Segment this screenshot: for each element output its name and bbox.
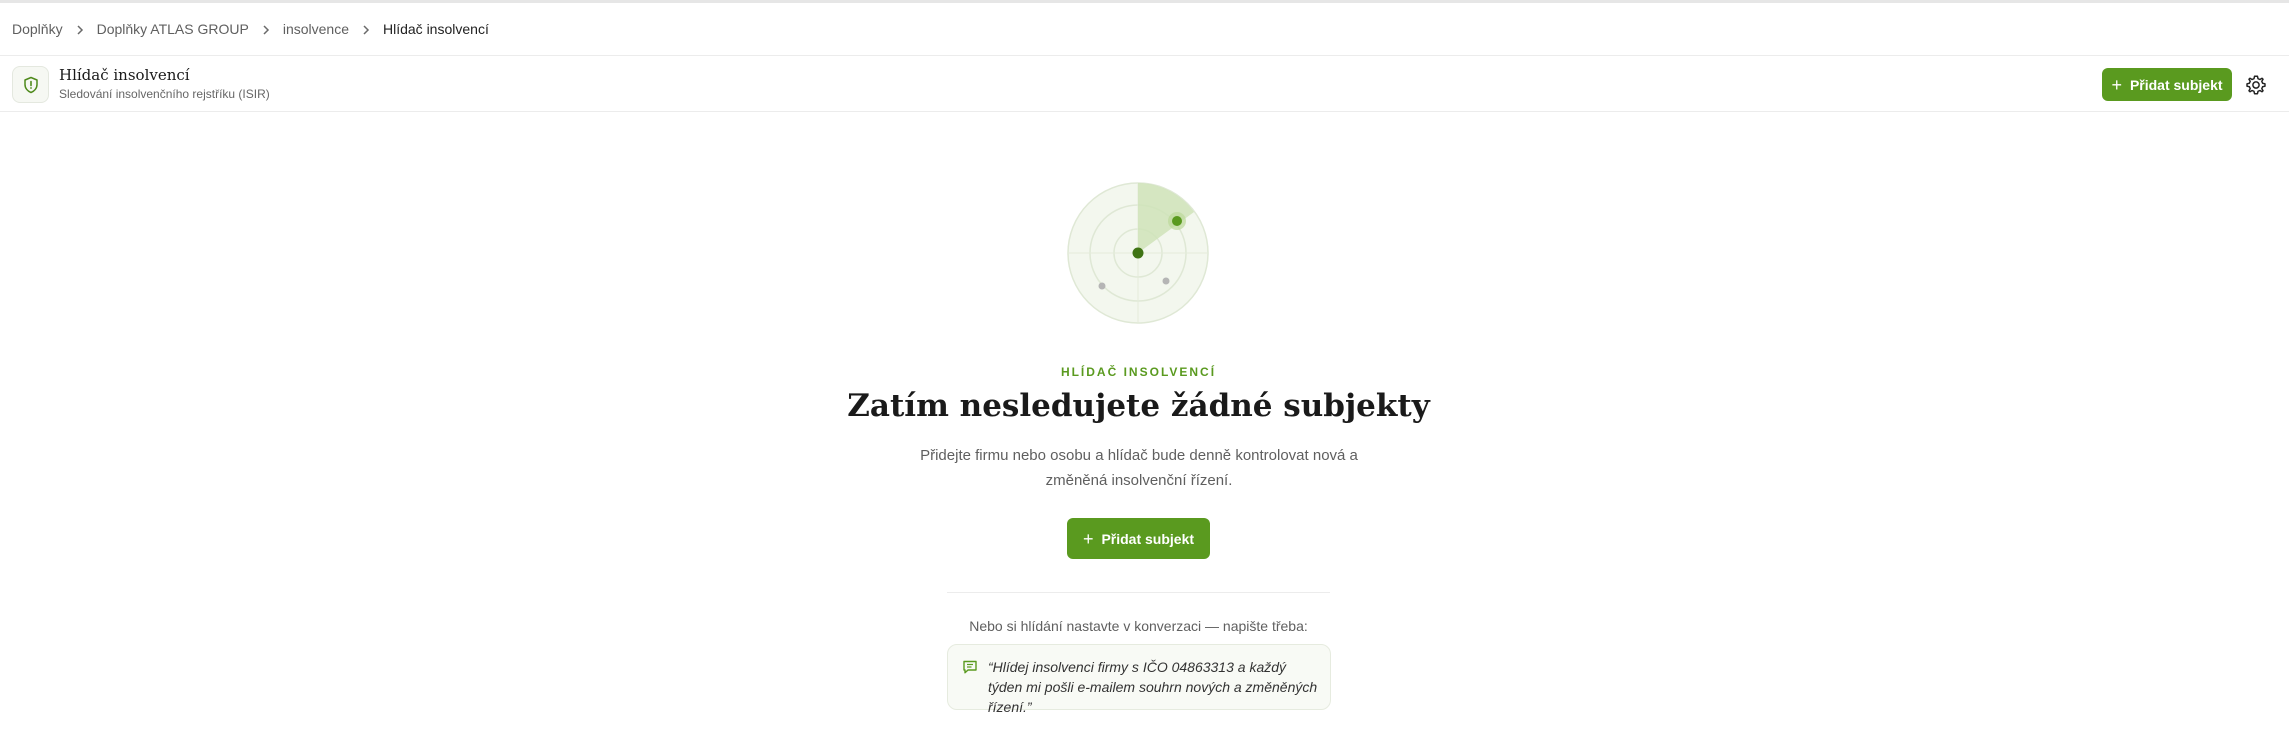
chevron-right-icon <box>349 22 383 36</box>
chevron-right-icon <box>63 22 97 36</box>
gear-icon[interactable] <box>2245 74 2267 96</box>
empty-state-description: Přidejte firmu nebo osobu a hlídač bude … <box>920 447 1358 489</box>
page-title: Hlídač insolvencí <box>59 66 190 84</box>
breadcrumb-item-current: Hlídač insolvencí <box>383 21 489 37</box>
page-subtitle: Sledování insolvenčního rejstříku (ISIR) <box>59 87 270 101</box>
example-prompt-card: “Hlídej insolvenci firmy s IČO 04863313 … <box>947 644 1331 715</box>
divider <box>947 592 1330 593</box>
breadcrumb-item-doplnky[interactable]: Doplňky <box>12 21 63 37</box>
chat-icon <box>963 660 977 674</box>
example-prompt-text: “Hlídej insolvenci firmy s IČO 04863313 … <box>988 659 1318 715</box>
plus-icon: + <box>1082 528 1094 549</box>
breadcrumb: Doplňky Doplňky ATLAS GROUP insolvence H… <box>12 18 489 40</box>
breadcrumb-item-atlas-group[interactable]: Doplňky ATLAS GROUP <box>97 21 249 37</box>
add-subject-button[interactable]: + Přidat subjekt <box>2102 68 2232 101</box>
window-top-border <box>0 0 2289 3</box>
add-subject-main-button-label: Přidat subjekt <box>1101 530 1195 547</box>
empty-state-eyebrow: HLÍDAČ INSOLVENCÍ <box>1060 365 1217 379</box>
empty-state-title: Zatím nesledujete žádné subjekty <box>847 388 1430 424</box>
breadcrumb-item-insolvence[interactable]: insolvence <box>283 21 349 37</box>
plus-icon: + <box>2111 74 2122 95</box>
chevron-right-icon <box>249 22 283 36</box>
shield-icon <box>12 66 49 103</box>
radar-icon <box>1067 182 1209 324</box>
conversation-hint: Nebo si hlídání nastavte v konverzaci — … <box>969 618 1308 634</box>
add-subject-button-label: Přidat subjekt <box>2129 76 2223 93</box>
add-subject-main-button[interactable]: + Přidat subjekt <box>1067 518 1210 559</box>
page-header: Hlídač insolvencí Sledování insolvenčníh… <box>0 55 2289 112</box>
